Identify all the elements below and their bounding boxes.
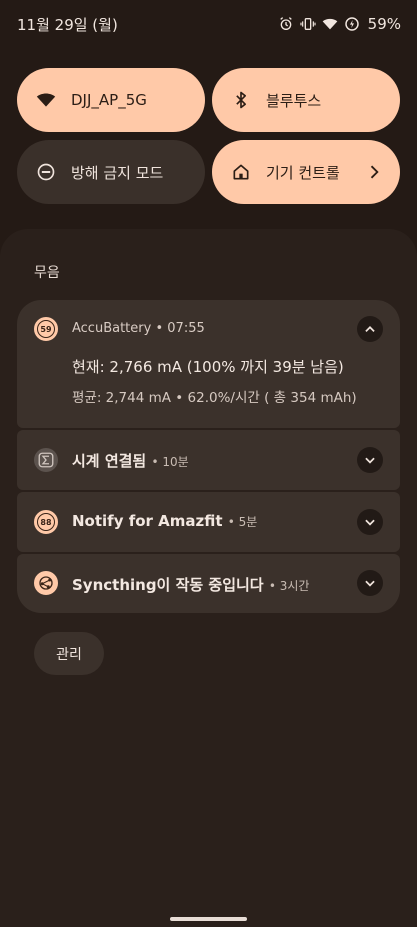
status-datetime: 11월 29일 (월) bbox=[17, 15, 118, 34]
gesture-navigation-bar[interactable] bbox=[170, 917, 247, 921]
notification-title: 시계 연결됨 • 10분 bbox=[72, 450, 189, 471]
tile-wifi-label: DJJ_AP_5G bbox=[71, 91, 147, 109]
expand-button[interactable] bbox=[357, 570, 383, 596]
wifi-icon bbox=[322, 16, 338, 32]
notification-notify-amazfit[interactable]: 88 Notify for Amazfit • 5분 bbox=[17, 492, 400, 552]
chevron-down-icon bbox=[365, 580, 375, 587]
battery-percentage: 59% bbox=[367, 15, 401, 33]
wifi-icon bbox=[35, 89, 57, 111]
battery-saver-icon bbox=[344, 16, 360, 32]
sigma-icon bbox=[34, 448, 58, 472]
amazfit-badge: 88 bbox=[37, 513, 55, 531]
status-bar: 11월 29일 (월) 59% bbox=[0, 0, 417, 48]
vibrate-icon bbox=[300, 16, 316, 32]
notification-sub-text: 평균: 2,744 mA • 62.0%/시간 ( 총 354 mAh) bbox=[72, 390, 357, 406]
collapse-button[interactable] bbox=[357, 316, 383, 342]
do-not-disturb-icon bbox=[35, 161, 57, 183]
header-separator: • bbox=[227, 515, 239, 529]
home-icon bbox=[230, 161, 252, 183]
expand-button[interactable] bbox=[357, 509, 383, 535]
chevron-down-icon bbox=[365, 519, 375, 526]
status-icons: 59% bbox=[278, 15, 401, 33]
notification-app-name: AccuBattery bbox=[72, 321, 152, 336]
chevron-right-icon bbox=[364, 162, 384, 182]
tile-bluetooth[interactable]: 블루투스 bbox=[212, 68, 400, 132]
notification-header: AccuBattery • 07:55 bbox=[72, 321, 205, 336]
notification-time: 3시간 bbox=[279, 579, 310, 593]
expand-button[interactable] bbox=[357, 447, 383, 473]
notification-main-text: 현재: 2,766 mA (100% 까지 39분 남음) bbox=[72, 358, 344, 376]
header-separator: • bbox=[151, 455, 163, 469]
notification-syncthing[interactable]: Syncthing이 작동 중입니다 • 3시간 bbox=[17, 554, 400, 613]
bluetooth-icon bbox=[230, 89, 252, 111]
manage-button[interactable]: 관리 bbox=[34, 632, 104, 675]
accubattery-app-icon: 59 bbox=[34, 317, 58, 341]
notification-title: Syncthing이 작동 중입니다 • 3시간 bbox=[72, 574, 309, 595]
notification-time: 10분 bbox=[162, 455, 189, 469]
notification-watch-connected[interactable]: 시계 연결됨 • 10분 bbox=[17, 430, 400, 490]
chevron-down-icon bbox=[365, 457, 375, 464]
notification-title-text: Notify for Amazfit bbox=[72, 512, 223, 530]
notification-time: 5분 bbox=[238, 515, 258, 529]
notification-title: Notify for Amazfit • 5분 bbox=[72, 512, 257, 530]
accubattery-badge: 59 bbox=[37, 320, 55, 338]
tile-bluetooth-label: 블루투스 bbox=[266, 91, 322, 110]
tile-dnd-label: 방해 금지 모드 bbox=[71, 163, 164, 182]
tile-device-controls[interactable]: 기기 컨트롤 bbox=[212, 140, 400, 204]
sync-icon bbox=[34, 571, 58, 595]
notification-accubattery[interactable]: 59 AccuBattery • 07:55 현재: 2,766 mA (100… bbox=[17, 300, 400, 428]
header-separator: • bbox=[268, 579, 280, 593]
amazfit-app-icon: 88 bbox=[34, 510, 58, 534]
alarm-icon bbox=[278, 16, 294, 32]
header-separator: • bbox=[155, 321, 168, 336]
notification-title-text: Syncthing이 작동 중입니다 bbox=[72, 576, 264, 594]
chevron-up-icon bbox=[365, 326, 375, 332]
tile-wifi[interactable]: DJJ_AP_5G bbox=[17, 68, 205, 132]
notification-time: 07:55 bbox=[167, 321, 205, 336]
section-label-silent: 무음 bbox=[34, 265, 60, 281]
tile-device-controls-label: 기기 컨트롤 bbox=[266, 163, 340, 182]
tile-do-not-disturb[interactable]: 방해 금지 모드 bbox=[17, 140, 205, 204]
notification-title-text: 시계 연결됨 bbox=[72, 452, 147, 470]
